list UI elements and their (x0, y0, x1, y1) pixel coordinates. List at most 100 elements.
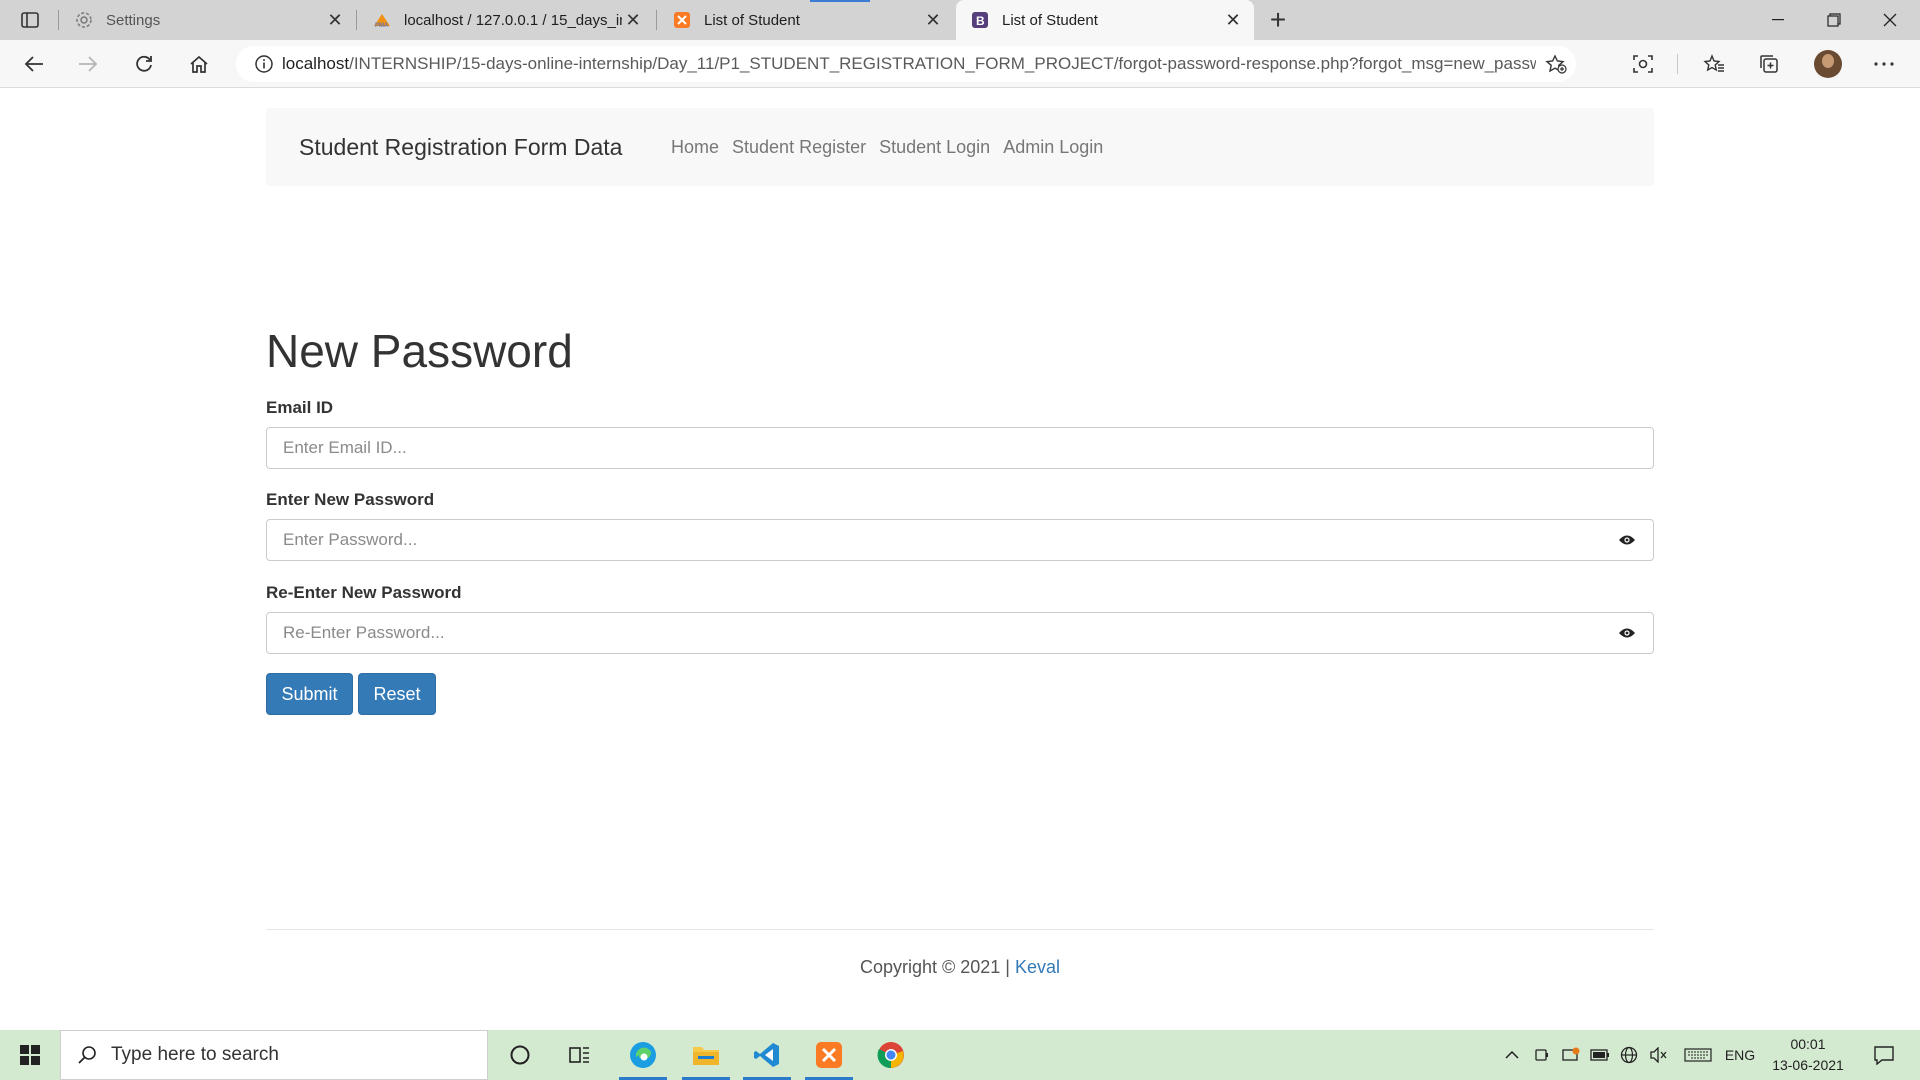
phpmyadmin-icon: PMA (372, 10, 392, 30)
clock-time: 00:01 (1790, 1036, 1826, 1052)
page-title: New Password (266, 325, 573, 377)
tray-device-icon[interactable] (1530, 1030, 1554, 1080)
minimize-icon (1772, 19, 1784, 21)
cortana-button[interactable] (490, 1030, 550, 1080)
taskbar-xampp[interactable] (799, 1030, 859, 1080)
tray-update-icon[interactable] (1559, 1030, 1583, 1080)
browser-toolbar: localhost/INTERNSHIP/15-days-online-inte… (0, 40, 1920, 88)
url-path: /INTERNSHIP/15-days-online-internship/Da… (349, 54, 1536, 73)
web-capture-icon (1633, 55, 1653, 73)
close-tab-icon[interactable]: ✕ (324, 9, 346, 31)
new-password-input[interactable] (267, 530, 1615, 550)
profile-avatar[interactable] (1814, 50, 1842, 78)
tab-title: localhost / 127.0.0.1 / 15_days_in (404, 11, 622, 29)
toolbar-separator (1677, 54, 1678, 74)
keyboard-icon[interactable] (1682, 1030, 1714, 1080)
info-icon[interactable] (246, 54, 282, 74)
home-icon (190, 55, 208, 73)
search-placeholder: Type here to search (111, 1044, 279, 1065)
tab-title: Settings (106, 11, 161, 29)
action-center-button[interactable] (1864, 1030, 1904, 1080)
reenter-password-field[interactable] (266, 612, 1654, 654)
forward-button[interactable] (70, 48, 106, 80)
refresh-button[interactable] (126, 48, 162, 80)
taskbar-search-box[interactable]: Type here to search (60, 1030, 488, 1080)
email-input[interactable] (267, 438, 1653, 458)
home-button[interactable] (181, 48, 217, 80)
chrome-icon (877, 1042, 904, 1069)
nav-link-student-login[interactable]: Student Login (879, 137, 990, 158)
email-field[interactable] (266, 427, 1654, 469)
taskbar-clock[interactable]: 00:01 13-06-2021 (1766, 1034, 1850, 1076)
submit-button[interactable]: Submit (266, 673, 353, 715)
gear-icon (74, 10, 94, 30)
edge-browser-icon (630, 1042, 656, 1068)
close-window-button[interactable] (1862, 0, 1918, 40)
restore-button[interactable] (1806, 0, 1862, 40)
minimize-button[interactable] (1750, 0, 1806, 40)
tab-list-of-student-active[interactable]: B List of Student ✕ (956, 0, 1254, 40)
task-view-icon (569, 1047, 589, 1063)
more-dots-icon (1874, 62, 1894, 66)
back-arrow-icon (24, 56, 43, 72)
footer-author-link[interactable]: Keval (1015, 957, 1060, 977)
folder-icon (693, 1047, 719, 1065)
address-bar[interactable]: localhost/INTERNSHIP/15-days-online-inte… (236, 46, 1576, 82)
close-tab-icon[interactable]: ✕ (1222, 9, 1244, 31)
favorites-icon (1703, 54, 1724, 72)
navbar-links: Home Student Register Student Login Admi… (671, 137, 1116, 158)
tab-separator (356, 10, 357, 30)
forward-arrow-icon (79, 56, 98, 72)
tab-actions-icon (21, 12, 39, 28)
add-favorite-icon[interactable] (1536, 54, 1576, 74)
taskbar-vscode[interactable] (737, 1030, 797, 1080)
tab-actions-button[interactable] (12, 6, 48, 34)
collections-button[interactable] (1752, 48, 1788, 80)
notification-icon (1874, 1046, 1894, 1065)
new-tab-button[interactable]: + (1262, 4, 1294, 36)
reenter-password-label: Re-Enter New Password (266, 583, 462, 602)
browser-tab-strip: Settings ✕ PMA localhost / 127.0.0.1 / 1… (0, 0, 1920, 40)
new-password-label: Enter New Password (266, 490, 435, 509)
favorites-button[interactable] (1696, 48, 1732, 80)
xampp-icon (672, 10, 692, 30)
svg-text:B: B (976, 14, 985, 28)
new-password-field[interactable] (266, 519, 1654, 561)
xampp-icon (816, 1042, 842, 1068)
nav-link-admin-login[interactable]: Admin Login (1003, 137, 1103, 158)
email-label: Email ID (266, 398, 334, 417)
back-button[interactable] (16, 48, 52, 80)
taskbar-chrome[interactable] (861, 1030, 921, 1080)
show-hidden-icons-button[interactable] (1500, 1030, 1524, 1080)
refresh-icon (136, 55, 152, 72)
nav-link-student-register[interactable]: Student Register (732, 137, 866, 158)
screenshot-button[interactable] (1625, 48, 1661, 80)
footer-copyright: Copyright © 2021 | (859, 957, 1010, 977)
battery-icon[interactable] (1588, 1030, 1612, 1080)
bootstrap-icon: B (970, 10, 990, 30)
network-globe-icon[interactable] (1617, 1030, 1641, 1080)
taskbar-file-explorer[interactable] (676, 1030, 736, 1080)
reenter-password-input[interactable] (267, 623, 1615, 643)
close-tab-icon[interactable]: ✕ (622, 9, 644, 31)
reset-button[interactable]: Reset (358, 673, 436, 715)
task-view-button[interactable] (550, 1030, 610, 1080)
volume-muted-icon[interactable] (1647, 1030, 1671, 1080)
clock-date: 13-06-2021 (1772, 1057, 1844, 1073)
close-tab-icon[interactable]: ✕ (922, 9, 944, 31)
tab-list-of-student-xampp[interactable]: List of Student ✕ (658, 0, 954, 40)
nav-link-home[interactable]: Home (671, 137, 719, 158)
collections-icon (1760, 55, 1778, 73)
tab-phpmyadmin[interactable]: PMA localhost / 127.0.0.1 / 15_days_in ✕ (358, 0, 654, 40)
url-text[interactable]: localhost/INTERNSHIP/15-days-online-inte… (282, 54, 1536, 74)
tab-settings[interactable]: Settings ✕ (60, 0, 356, 40)
show-password-eye-icon[interactable] (1615, 530, 1639, 550)
start-button[interactable] (0, 1030, 60, 1080)
taskbar-edge[interactable] (613, 1030, 673, 1080)
settings-menu-button[interactable] (1866, 48, 1902, 80)
show-repassword-eye-icon[interactable] (1615, 623, 1639, 643)
restore-icon (1827, 13, 1841, 27)
navbar-brand[interactable]: Student Registration Form Data (299, 134, 622, 161)
language-indicator[interactable]: ENG (1722, 1030, 1758, 1080)
tab-separator (58, 10, 59, 30)
